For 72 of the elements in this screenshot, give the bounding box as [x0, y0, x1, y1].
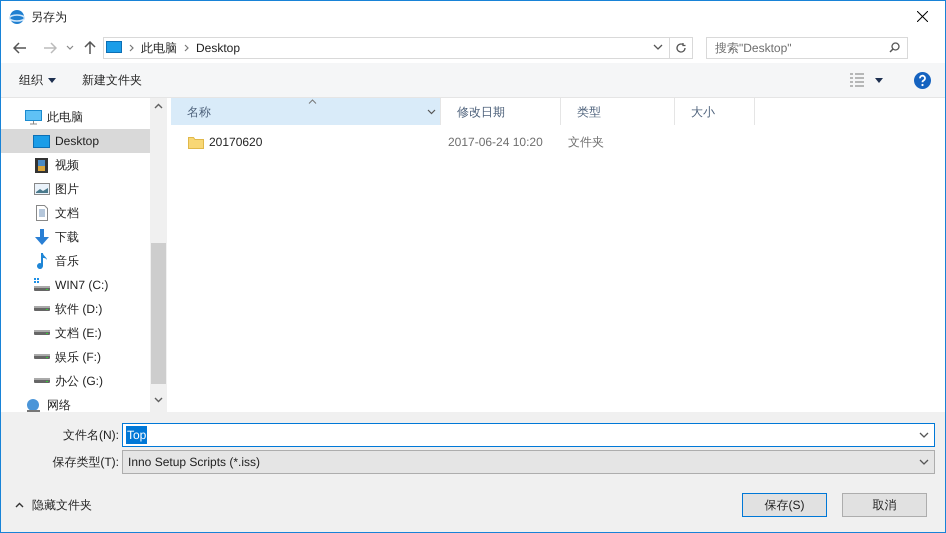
sidebar-item[interactable]: 下载	[1, 225, 150, 249]
sidebar-item[interactable]: 软件 (D:)	[1, 297, 150, 321]
file-type-dropdown[interactable]: Inno Setup Scripts (*.iss)	[122, 450, 935, 474]
caret-icon[interactable]	[875, 78, 883, 82]
organize-menu[interactable]: 组织	[19, 71, 56, 89]
monitor-icon	[106, 41, 122, 54]
back-arrow-icon[interactable]	[13, 42, 27, 54]
column-header[interactable]: 类型	[561, 98, 675, 125]
drive-icon	[33, 330, 50, 336]
chevron-right-icon	[184, 44, 189, 52]
sidebar-item[interactable]: 图片	[1, 177, 150, 201]
document-icon	[33, 205, 50, 221]
new-folder-button[interactable]: 新建文件夹	[82, 71, 142, 89]
search-icon	[889, 42, 900, 52]
file-name[interactable]: 20170620	[209, 133, 262, 151]
picture-icon	[33, 183, 50, 195]
monitor-icon	[33, 134, 50, 148]
close-icon	[916, 11, 928, 22]
sidebar-item[interactable]: WIN7 (C:)	[1, 273, 150, 297]
field-label: 文件名(N):	[62, 427, 120, 444]
hide-folders-toggle[interactable]: 隐藏文件夹	[15, 496, 92, 514]
scroll-thumb[interactable]	[151, 243, 166, 384]
filename-field[interactable]: Top	[122, 423, 935, 447]
drive-icon	[33, 306, 50, 312]
field-label: 保存类型(T):	[51, 454, 120, 471]
up-arrow-icon[interactable]	[84, 40, 96, 54]
help-icon[interactable]	[914, 72, 931, 88]
chevron-down-icon[interactable]	[427, 108, 436, 114]
caret-icon	[48, 78, 56, 82]
table-cell: 2017-06-24 10:20	[448, 135, 543, 149]
address-bar[interactable]: 此电脑 Desktop	[103, 36, 693, 58]
table-cell: 文件夹	[568, 135, 604, 149]
globe-icon	[25, 398, 42, 412]
folder-icon	[188, 136, 204, 148]
sidebar-item[interactable]: 网络	[1, 393, 150, 412]
dialog-button[interactable]: 保存(S)	[742, 493, 827, 517]
chevron-down-icon	[919, 458, 929, 466]
sidebar-item[interactable]: Desktop	[1, 129, 150, 153]
sidebar-item[interactable]: 视频	[1, 153, 150, 177]
sidebar-item[interactable]: 办公 (G:)	[1, 369, 150, 393]
breadcrumb-item[interactable]: Desktop	[196, 38, 240, 56]
view-options-icon[interactable]	[849, 73, 865, 87]
chevron-up-icon	[15, 502, 24, 508]
window-title: 另存为	[31, 8, 67, 26]
scroll-down-icon[interactable]	[154, 397, 163, 403]
drive-icon	[33, 278, 50, 292]
chevron-down-icon[interactable]	[653, 44, 663, 51]
scroll-up-icon[interactable]	[154, 103, 163, 109]
column-header[interactable]: 大小	[675, 98, 755, 125]
breadcrumb-item[interactable]: 此电脑	[141, 38, 177, 56]
selected-text: Top	[126, 426, 148, 444]
chevron-down-icon[interactable]	[919, 432, 929, 438]
column-header[interactable]: 名称	[171, 98, 441, 125]
film-icon	[33, 158, 50, 172]
dialog-button[interactable]: 取消	[842, 493, 927, 517]
chevron-right-icon	[129, 44, 134, 52]
app-icon	[9, 8, 25, 24]
sort-caret-icon	[308, 99, 317, 104]
down-arrow-icon	[33, 229, 50, 245]
search-field[interactable]: 搜索"Desktop"	[706, 36, 908, 58]
sidebar-item[interactable]: 此电脑	[1, 105, 150, 129]
sidebar-item[interactable]: 娱乐 (F:)	[1, 345, 150, 369]
sidebar-item[interactable]: 音乐	[1, 249, 150, 273]
chevron-down-icon[interactable]	[66, 44, 74, 50]
monitor-icon	[25, 110, 42, 124]
sidebar-item[interactable]: 文档	[1, 201, 150, 225]
column-header[interactable]: 修改日期	[441, 98, 561, 125]
refresh-icon[interactable]	[675, 42, 687, 54]
sidebar-item[interactable]: 文档 (E:)	[1, 321, 150, 345]
scrollbar[interactable]	[150, 98, 167, 412]
drive-icon	[33, 354, 50, 360]
drive-icon	[33, 378, 50, 384]
